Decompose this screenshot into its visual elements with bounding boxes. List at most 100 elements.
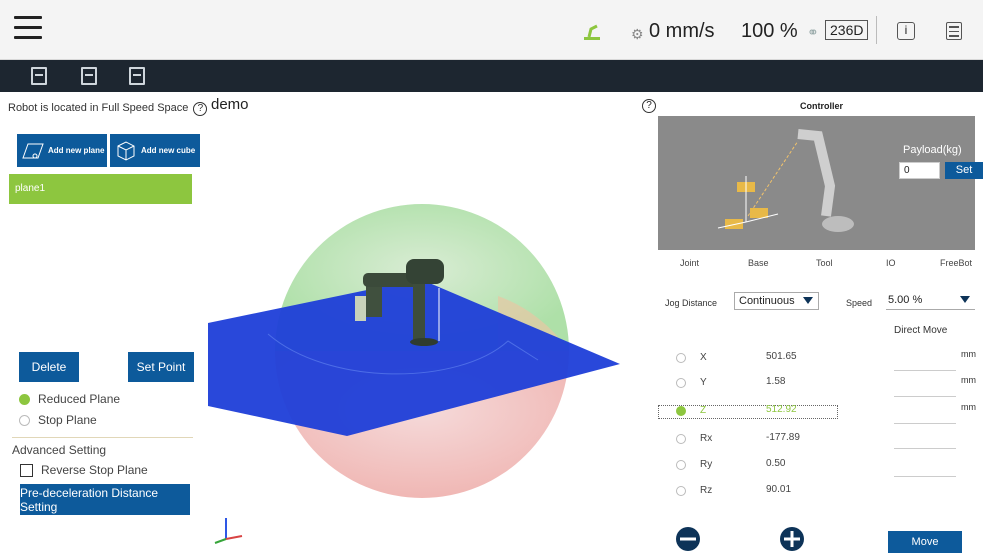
menu-icon[interactable] — [14, 16, 42, 40]
coord-value: 501.65 — [766, 351, 797, 362]
jog-distance-select[interactable]: Continuous — [734, 292, 819, 310]
set-payload-button[interactable]: Set — [945, 162, 983, 179]
robot-frame-diagram — [717, 129, 854, 232]
controller-title: Controller — [800, 101, 844, 111]
set-point-button[interactable]: Set Point — [128, 352, 194, 382]
radio-unselected[interactable] — [676, 353, 686, 363]
delete-button[interactable]: Delete — [19, 352, 79, 382]
direct-move-z-input[interactable] — [894, 423, 956, 424]
direct-move-label: Direct Move — [894, 325, 948, 336]
tab-io[interactable]: IO — [886, 258, 896, 268]
tab-joint[interactable]: Joint — [680, 258, 699, 268]
move-button[interactable]: Move — [888, 531, 962, 553]
coordinate-diagram: Payload(kg) 0 Set — [658, 116, 983, 250]
coord-value: 1.58 — [766, 376, 786, 387]
coord-row-y[interactable]: Y 1.58 — [676, 376, 836, 392]
stop-plane-option[interactable]: Stop Plane — [19, 413, 97, 427]
coord-row-x[interactable]: X 501.65 — [676, 351, 836, 367]
radio-unselected[interactable] — [19, 414, 30, 426]
top-bar: ⚙ 0 mm/s 100 % ⚭ 236D i — [0, 0, 983, 60]
coord-name: Ry — [700, 459, 713, 470]
new-file-icon[interactable] — [31, 67, 47, 85]
add-cube-button[interactable]: Add new cube — [110, 134, 200, 167]
3d-viewport[interactable] — [208, 116, 653, 557]
payload-label: Payload(kg) — [903, 144, 962, 156]
jog-distance-value: Continuous — [739, 295, 795, 307]
radio-unselected[interactable] — [676, 486, 686, 496]
direct-move-y-input[interactable] — [894, 396, 956, 397]
document-icon[interactable] — [946, 22, 962, 40]
coord-row-rx[interactable]: Rx -177.89 — [676, 432, 836, 448]
plane-icon — [22, 143, 44, 158]
reverse-stop-plane-option[interactable]: Reverse Stop Plane — [20, 463, 148, 477]
help-icon[interactable]: ? — [642, 99, 656, 113]
pre-deceleration-button[interactable]: Pre-deceleration Distance Setting — [20, 484, 190, 515]
safety-space-panel: Robot is located in Full Speed Space ? A… — [8, 96, 208, 552]
radio-unselected[interactable] — [676, 378, 686, 388]
unit-label: mm — [961, 375, 976, 385]
jog-plus-button[interactable] — [780, 527, 804, 551]
coord-name: X — [700, 352, 707, 363]
unit-label: mm — [961, 402, 976, 412]
radio-selected[interactable] — [676, 406, 686, 416]
info-icon[interactable]: i — [897, 22, 915, 40]
add-cube-label: Add new cube — [141, 146, 196, 155]
add-plane-label: Add new plane — [48, 146, 105, 155]
controller-panel: Controller Payload(kg) 0 Set Joint Base … — [658, 96, 983, 557]
help-icon[interactable]: ? — [193, 102, 208, 116]
radio-unselected[interactable] — [676, 434, 686, 444]
export-file-icon[interactable] — [129, 67, 145, 85]
dropdown-arrow-icon — [803, 297, 813, 304]
add-plane-button[interactable]: Add new plane — [17, 134, 107, 167]
direct-move-ry-input[interactable] — [894, 476, 956, 477]
jog-mode-tabs: Joint Base Tool IO FreeBot — [658, 258, 983, 274]
robot-arm-status-icon — [584, 24, 600, 40]
radio-unselected[interactable] — [676, 460, 686, 470]
speed-value: 5.00 % — [888, 294, 923, 306]
coord-value: 0.50 — [766, 458, 786, 469]
dropdown-arrow-icon — [960, 296, 970, 303]
tab-freebot[interactable]: FreeBot — [940, 258, 972, 268]
coord-row-z[interactable]: Z 512.92 — [676, 404, 836, 420]
speed-label: Speed — [846, 298, 873, 308]
save-file-icon[interactable] — [81, 67, 97, 85]
tab-base[interactable]: Base — [748, 258, 769, 268]
space-status: Robot is located in Full Speed Space ? — [8, 102, 208, 116]
speed-percent: 100 % — [741, 20, 798, 42]
jog-minus-button[interactable] — [676, 527, 700, 551]
file-toolbar — [0, 60, 983, 92]
list-item[interactable]: plane1 — [9, 174, 192, 204]
plus-icon — [784, 531, 800, 547]
payload-input[interactable]: 0 — [899, 162, 940, 179]
coord-row-ry[interactable]: Ry 0.50 — [676, 458, 836, 474]
speed-readout: 0 mm/s — [649, 20, 715, 42]
advanced-setting-title: Advanced Setting — [12, 443, 107, 457]
coord-value: -177.89 — [766, 432, 800, 443]
checkbox[interactable] — [20, 463, 33, 477]
divider — [12, 437, 193, 438]
coord-value: 90.01 — [766, 484, 792, 495]
speed-select[interactable]: 5.00 % — [886, 292, 975, 310]
direct-move-rx-input[interactable] — [894, 448, 956, 449]
coord-name: Y — [700, 377, 707, 388]
link-icon: ⚭ — [807, 24, 819, 40]
status-code-badge: 236D — [825, 20, 869, 40]
reverse-stop-plane-label: Reverse Stop Plane — [41, 463, 148, 477]
coord-value: 512.92 — [766, 404, 797, 415]
coord-name: Z — [700, 405, 707, 416]
cube-icon — [117, 140, 135, 161]
scene-title: demo — [211, 96, 249, 113]
coord-name: Rz — [700, 485, 713, 496]
coord-row-rz[interactable]: Rz 90.01 — [676, 484, 836, 500]
reduced-plane-option[interactable]: Reduced Plane — [19, 392, 120, 406]
unit-label: mm — [961, 349, 976, 359]
stop-plane-label: Stop Plane — [38, 413, 97, 427]
space-status-text: Robot is located in Full Speed Space — [8, 102, 189, 114]
tab-tool[interactable]: Tool — [816, 258, 833, 268]
radio-selected[interactable] — [19, 393, 30, 405]
coord-name: Rx — [700, 433, 713, 444]
direct-move-x-input[interactable] — [894, 370, 956, 371]
minus-icon — [680, 537, 696, 541]
jog-distance-label: Jog Distance — [665, 298, 718, 308]
divider — [876, 16, 877, 44]
